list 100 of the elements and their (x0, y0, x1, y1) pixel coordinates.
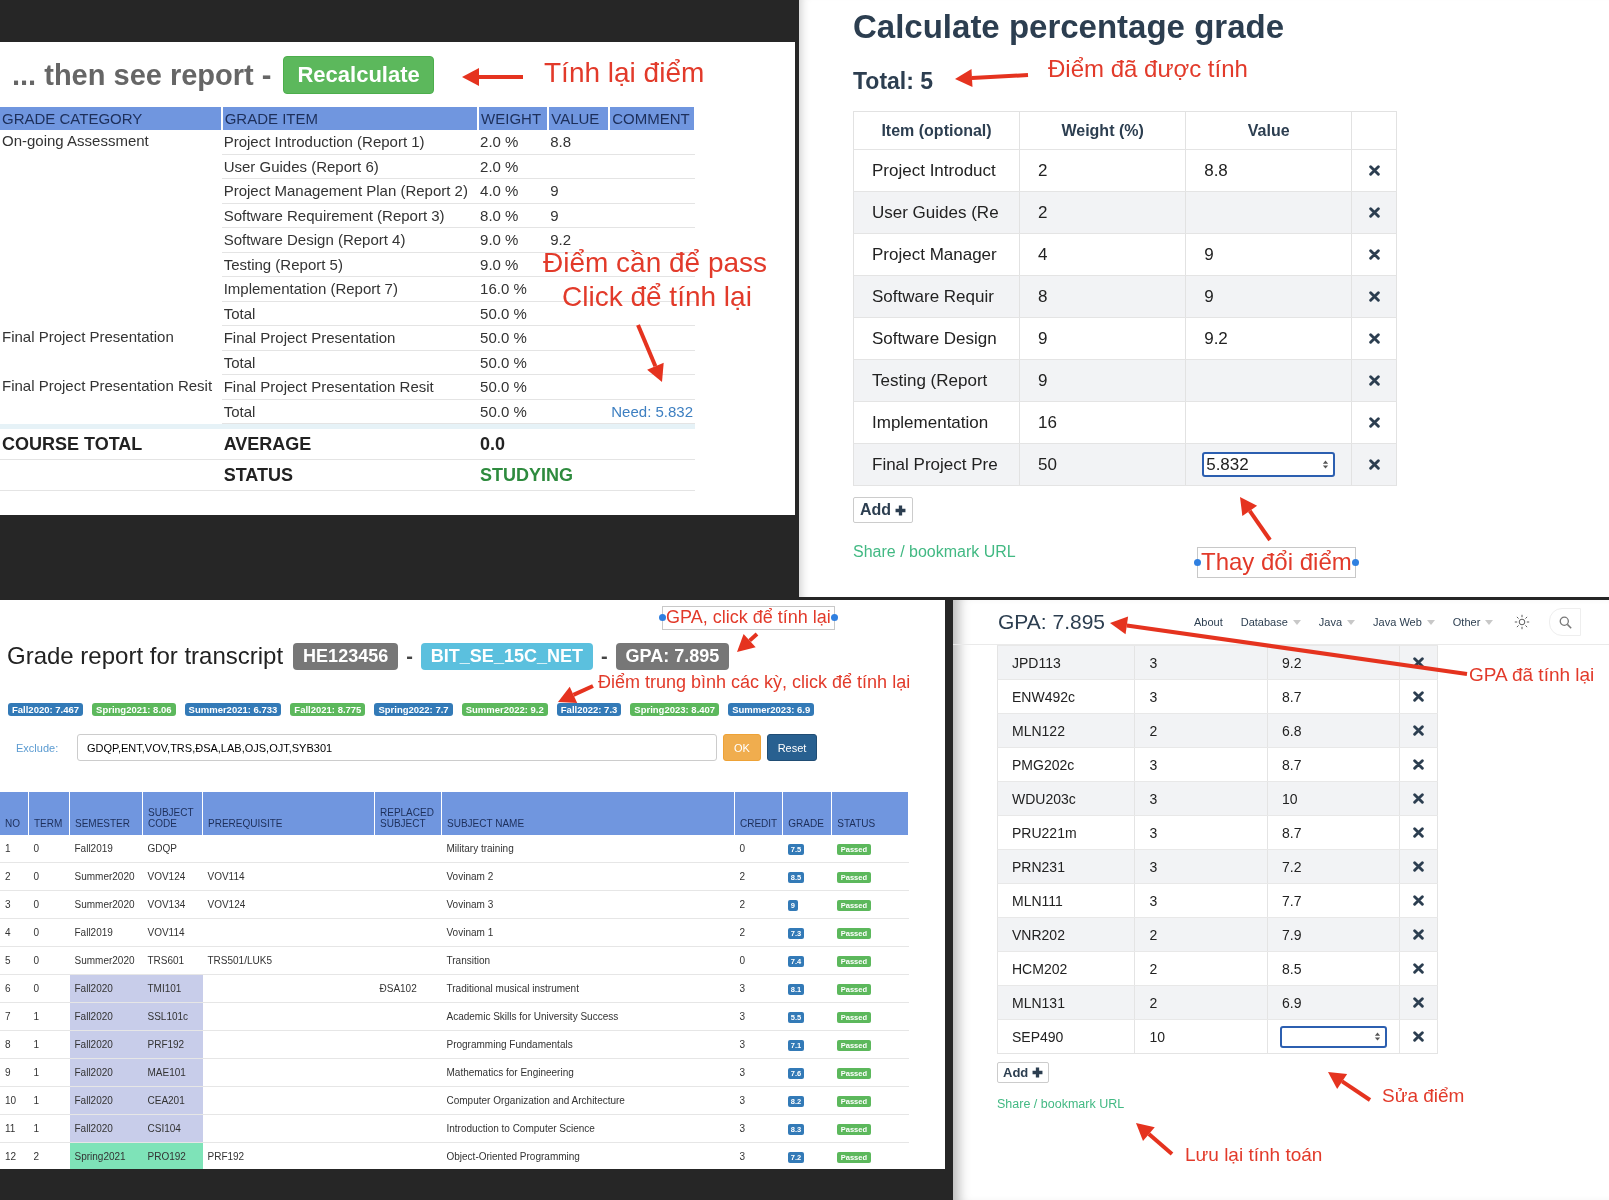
table-cell: 50.0 % (480, 329, 527, 347)
add-button[interactable]: Add (997, 1062, 1050, 1083)
table-cell: 16 (1038, 412, 1057, 433)
cross-icon[interactable] (1413, 1031, 1425, 1042)
table-cell: TMI101 (142, 974, 203, 1003)
table-cell: 4 (5, 927, 11, 938)
table-cell: Final Project Presentation Resit (223, 378, 434, 396)
title-badge: GPA: 7.895 (615, 642, 730, 670)
cross-icon[interactable] (1368, 165, 1380, 176)
cross-icon[interactable] (1368, 249, 1380, 260)
average-value: 0.0 (480, 433, 506, 454)
table-cell: Implementation (Report 7) (223, 280, 398, 298)
cross-icon[interactable] (1413, 793, 1425, 804)
table-cell: Software Design (872, 328, 997, 349)
table-cell: 2 (739, 899, 746, 910)
sun-icon[interactable] (1514, 614, 1531, 630)
semester-badge[interactable]: Summer2021: 6.733 (184, 703, 282, 716)
cross-icon[interactable] (1413, 997, 1425, 1008)
cross-icon[interactable] (1368, 459, 1380, 470)
spinner-icon[interactable] (1373, 1031, 1381, 1042)
semester-badge[interactable]: Fall2021: 8.775 (290, 703, 366, 716)
selection-handle[interactable] (1351, 558, 1359, 566)
table-cell: PRU221m (1012, 824, 1077, 841)
cross-icon[interactable] (1368, 207, 1380, 218)
column-header: COMMENT (609, 107, 695, 130)
table-cell: 2 (1149, 926, 1158, 943)
nav-link[interactable]: Java (1318, 616, 1356, 628)
table-cell: SEP490 (1012, 1028, 1064, 1045)
add-button[interactable]: Add (853, 497, 914, 523)
table-cell: Object-Oriented Programming (446, 1151, 580, 1162)
cross-icon[interactable] (1413, 657, 1425, 668)
annotation-text: GPA đã tính lại (1469, 664, 1595, 687)
annotation-text: Click để tính lại (562, 280, 752, 314)
table-cell: 9.2 (1204, 328, 1228, 349)
exclude-field[interactable]: GDQP,ENT,VOV,TRS,ĐSA,LAB,OJS,OJT,SYB301 (77, 734, 717, 761)
cross-icon[interactable] (1413, 691, 1425, 702)
annotation-text: Điểm trung bình các kỳ, click để tính lại (598, 672, 911, 694)
share-link[interactable]: Share / bookmark URL (997, 1097, 1125, 1111)
table-cell: 6.9 (1281, 994, 1302, 1011)
table-cell: 5 (5, 955, 11, 966)
nav-link[interactable]: Java Web (1373, 616, 1435, 628)
table-cell: 8.5 (1281, 960, 1302, 977)
nav-link[interactable]: Database (1240, 616, 1301, 628)
table-cell: 1 (33, 1039, 40, 1050)
table-cell: 2.0 % (480, 157, 519, 175)
separator: - (600, 644, 608, 668)
share-link[interactable]: Share / bookmark URL (853, 543, 1016, 561)
cross-icon[interactable] (1413, 895, 1425, 906)
semester-badge[interactable]: Fall2022: 7.3 (556, 703, 622, 716)
title-badge: BIT_SE_15C_NET (420, 642, 593, 670)
table-cell: Vovinam 2 (446, 871, 494, 882)
search-button[interactable] (1549, 608, 1582, 636)
selection-handle[interactable] (659, 614, 666, 622)
semester-badge[interactable]: Spring2022: 7.7 (374, 703, 453, 716)
semester-badge[interactable]: Summer2023: 6.9 (728, 703, 815, 716)
table-cell: PRF192 (142, 1030, 203, 1059)
need-link[interactable]: Need: 5.832 (611, 402, 693, 420)
cross-icon[interactable] (1413, 725, 1425, 736)
cross-icon[interactable] (1368, 417, 1380, 428)
table-cell: Fall2020 (69, 1086, 143, 1115)
table-cell: 3 (1149, 688, 1158, 705)
table-cell: 50.0 % (480, 353, 527, 371)
column-header: TERM (28, 792, 70, 835)
cross-icon[interactable] (1368, 333, 1380, 344)
caret-icon (1292, 619, 1301, 625)
cross-icon[interactable] (1413, 861, 1425, 872)
cross-icon[interactable] (1368, 375, 1380, 386)
semester-badge[interactable]: Spring2021: 8.06 (92, 703, 176, 716)
table-cell: 9.0 % (480, 255, 519, 273)
value-field[interactable]: 5.832 (1202, 452, 1336, 477)
cross-icon[interactable] (1413, 929, 1425, 940)
table-cell: 1 (33, 1095, 40, 1106)
table-cell: SSL101c (142, 1002, 203, 1031)
column-header: Weight (%) (1020, 112, 1187, 149)
cross-icon[interactable] (1368, 291, 1380, 302)
table-cell: ENW492c (1012, 688, 1076, 705)
annotation-text: Thay đổi điểm (1197, 547, 1356, 578)
table-cell: 8.7 (1281, 756, 1302, 773)
cross-icon[interactable] (1413, 827, 1425, 838)
arrow (462, 68, 523, 86)
value-field[interactable] (1279, 1025, 1387, 1048)
recalculate-button[interactable]: Recalculate (283, 56, 434, 94)
table-cell: MAE101 (142, 1058, 203, 1087)
semester-badge[interactable]: Spring2023: 8.407 (630, 703, 720, 716)
table-cell: 3 (739, 1067, 746, 1078)
column-header: VALUE (548, 107, 610, 130)
semester-badge[interactable]: Fall2020: 7.467 (8, 703, 84, 716)
nav-link[interactable]: Other (1452, 616, 1494, 628)
spinner-icon[interactable] (1322, 459, 1330, 470)
table-cell: Project Management Plan (Report 2) (223, 182, 468, 200)
nav-link[interactable]: About (1194, 616, 1223, 628)
selection-handle[interactable] (830, 614, 838, 622)
table-cell: WDU203c (1012, 790, 1076, 807)
cross-icon[interactable] (1413, 963, 1425, 974)
cross-icon[interactable] (1413, 759, 1425, 770)
annotation-text: Điểm đã được tính (1048, 55, 1248, 84)
reset-button[interactable]: Reset (767, 734, 817, 761)
table-cell: 2 (33, 1151, 40, 1162)
separator: - (406, 644, 413, 668)
semester-badge[interactable]: Summer2022: 9.2 (461, 703, 548, 716)
